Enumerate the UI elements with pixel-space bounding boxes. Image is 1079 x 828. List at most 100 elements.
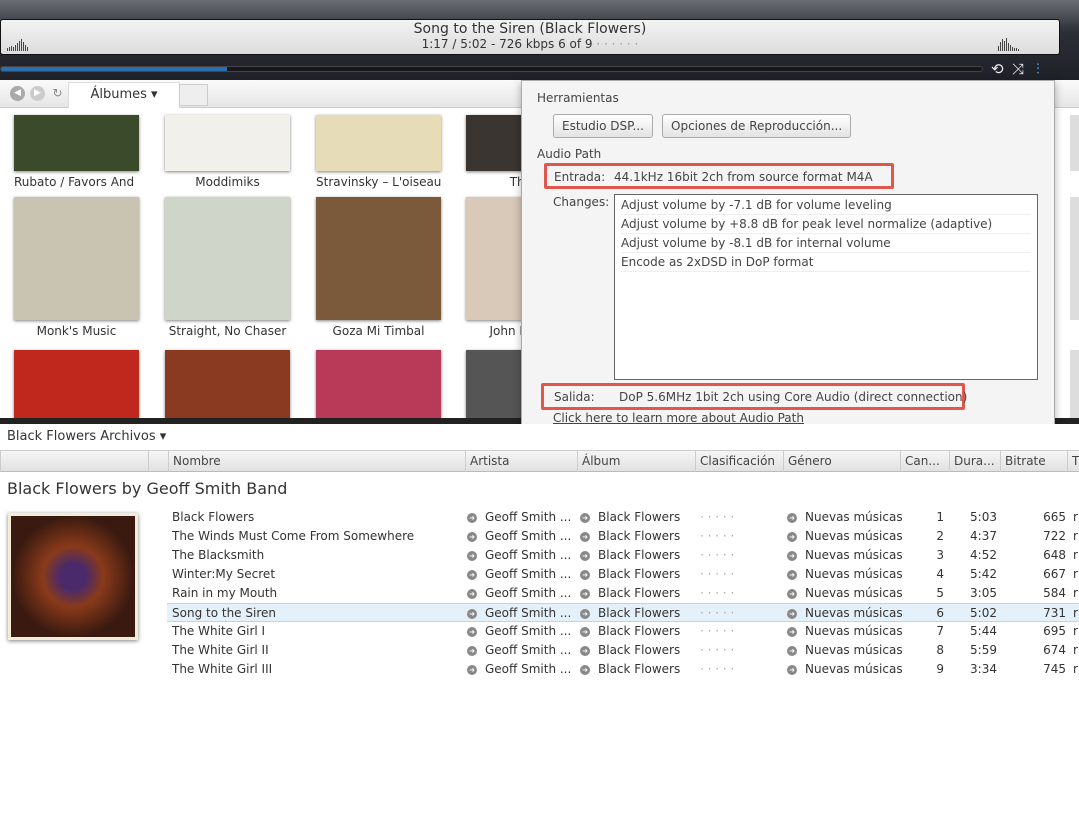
artist-link-icon[interactable]: ➜ [467,665,477,675]
table-row[interactable]: Rain in my Mouth ➜ Geoff Smith ... ➜ Black F… [167,584,1079,603]
refresh-icon[interactable]: ↻ [50,86,65,101]
track-artist: Geoff Smith ... [485,662,572,676]
album-item[interactable]: Goza Mi Timbal [316,197,441,338]
tab-blank[interactable] [179,84,208,106]
visualizer-bar [11,46,12,51]
track-name: The White Girl II [172,643,269,657]
track-rating[interactable]: · · · · · [700,584,734,603]
genre-link-icon[interactable]: ➜ [787,532,797,542]
column-header[interactable]: Clasificación [695,451,783,472]
audio-path-heading: Audio Path [537,147,602,161]
album-cover[interactable] [1070,115,1079,171]
album-item[interactable]: Stravinsky – L'oiseau d... [316,115,441,189]
artist-link-icon[interactable]: ➜ [467,589,477,599]
album-link-icon[interactable]: ➜ [580,627,590,637]
artist-link-icon[interactable]: ➜ [467,646,477,656]
track-duration: 5:42 [970,567,997,581]
column-header[interactable]: Can... [900,451,949,472]
shuffle-icon[interactable]: ⤨ [1012,60,1024,78]
track-rating[interactable]: · · · · · [700,508,734,527]
input-value: 44.1kHz 16bit 2ch from source format M4A [614,170,873,184]
album-link-icon[interactable]: ➜ [580,646,590,656]
album-link-icon[interactable]: ➜ [580,551,590,561]
album-link-icon[interactable]: ➜ [580,665,590,675]
column-header[interactable]: Nombre [168,451,465,472]
column-header[interactable]: Artista [465,451,577,472]
column-header[interactable] [0,451,148,472]
album-cover[interactable] [1070,350,1079,418]
artist-link-icon[interactable]: ➜ [467,513,477,523]
album-link-icon[interactable]: ➜ [580,609,590,619]
seek-bar[interactable] [0,66,983,72]
album-cover [14,350,139,418]
artist-link-icon[interactable]: ➜ [467,609,477,619]
track-number: 2 [936,529,944,543]
genre-link-icon[interactable]: ➜ [787,589,797,599]
visualizer-bar [1000,42,1001,51]
track-bitrate: 745 [1043,662,1066,676]
repeat-icon[interactable]: ⟲ [991,60,1004,78]
equalizer-icon[interactable]: ⫶ [1036,60,1040,78]
column-header[interactable]: Álbum [577,451,695,472]
track-type: r [1073,624,1078,638]
table-row[interactable]: Winter:My Secret ➜ Geoff Smith ... ➜ Black F… [167,565,1079,584]
track-artist: Geoff Smith ... [485,510,572,524]
table-row[interactable]: The White Girl III ➜ Geoff Smith ... ➜ Black… [167,660,1079,679]
track-rating[interactable]: · · · · · [700,546,734,565]
learn-more-link[interactable]: Click here to learn more about Audio Pat… [553,411,804,425]
table-row[interactable]: Song to the Siren ➜ Geoff Smith ... ➜ Black … [167,603,1079,622]
track-album: Black Flowers [598,624,681,638]
track-rating[interactable]: · · · · · [700,565,734,584]
album-item[interactable]: Monk's Music [14,197,139,338]
visualizer-bar [1016,48,1017,51]
visualizer-bar [23,42,24,51]
track-rating[interactable]: · · · · · [700,604,734,623]
table-row[interactable]: Black Flowers ➜ Geoff Smith ... ➜ Black Flow… [167,508,1079,527]
track-artist: Geoff Smith ... [485,529,572,543]
genre-link-icon[interactable]: ➜ [787,609,797,619]
artist-link-icon[interactable]: ➜ [467,551,477,561]
table-row[interactable]: The Winds Must Come From Somewhere ➜ Geoff… [167,527,1079,546]
album-item[interactable]: Rubato / Favors And Fi... [14,115,139,189]
album-link-icon[interactable]: ➜ [580,589,590,599]
album-item[interactable] [165,350,290,418]
genre-link-icon[interactable]: ➜ [787,570,797,580]
forward-icon[interactable]: ▶ [30,86,45,101]
track-rating[interactable]: · · · · · · [596,37,638,51]
album-cover [8,513,138,640]
tab-albums[interactable]: Álbumes ▾ [68,82,180,108]
album-item[interactable]: Straight, No Chaser [165,197,290,338]
album-link-icon[interactable]: ➜ [580,532,590,542]
files-title[interactable]: Black Flowers Archivos ▾ [7,429,166,444]
album-item[interactable]: Moddimiks [165,115,290,189]
playback-options-button[interactable]: Opciones de Reproducción... [662,114,852,138]
column-header[interactable]: Bitrate [1000,451,1067,472]
track-rating[interactable]: · · · · · [700,527,734,546]
album-item[interactable] [14,350,139,418]
table-row[interactable]: The White Girl II ➜ Geoff Smith ... ➜ Black … [167,641,1079,660]
dsp-studio-button[interactable]: Estudio DSP... [553,114,653,138]
table-row[interactable]: The Blacksmith ➜ Geoff Smith ... ➜ Black Flo… [167,546,1079,565]
track-rating[interactable]: · · · · · [700,641,734,660]
column-header[interactable]: Género [783,451,900,472]
column-header[interactable]: Dura... [949,451,1000,472]
track-bitrate: 665 [1043,510,1066,524]
artist-link-icon[interactable]: ➜ [467,627,477,637]
genre-link-icon[interactable]: ➜ [787,646,797,656]
album-link-icon[interactable]: ➜ [580,513,590,523]
column-header[interactable] [148,451,168,472]
artist-link-icon[interactable]: ➜ [467,532,477,542]
artist-link-icon[interactable]: ➜ [467,570,477,580]
genre-link-icon[interactable]: ➜ [787,665,797,675]
album-item[interactable] [316,350,441,418]
track-rating[interactable]: · · · · · [700,660,734,679]
track-rating[interactable]: · · · · · [700,622,734,641]
genre-link-icon[interactable]: ➜ [787,513,797,523]
genre-link-icon[interactable]: ➜ [787,551,797,561]
table-row[interactable]: The White Girl I ➜ Geoff Smith ... ➜ Black F… [167,622,1079,641]
album-cover[interactable] [1070,197,1079,320]
album-link-icon[interactable]: ➜ [580,570,590,580]
back-icon[interactable]: ◀ [10,86,25,101]
column-header[interactable]: T [1067,451,1079,472]
genre-link-icon[interactable]: ➜ [787,627,797,637]
